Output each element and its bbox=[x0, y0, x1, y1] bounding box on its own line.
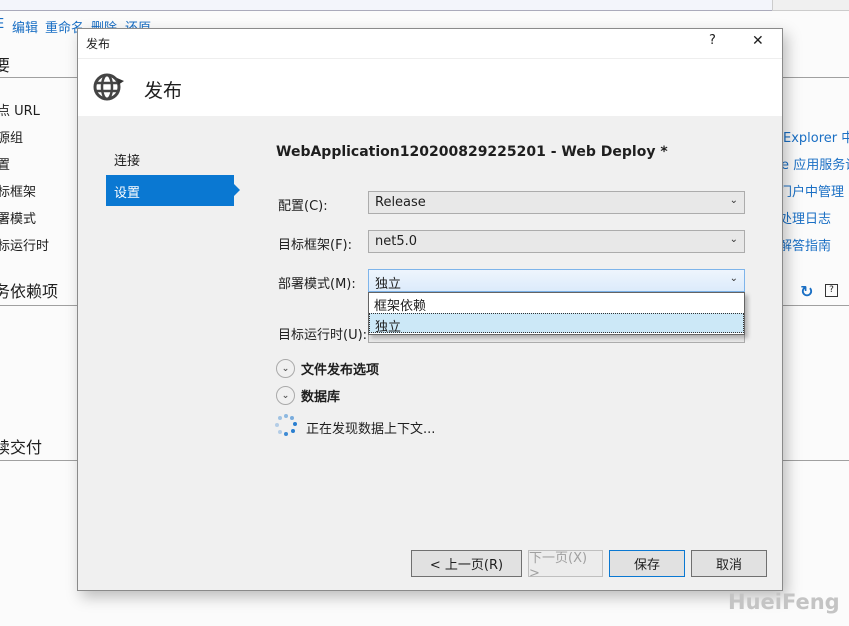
section-delivery: 续交付 bbox=[0, 438, 43, 457]
nav-settings[interactable]: 设置 bbox=[106, 175, 240, 206]
option-framework-dependent[interactable]: 框架依赖 bbox=[369, 293, 744, 314]
left-item: 点 URL bbox=[0, 104, 40, 119]
dialog-header: 发布 bbox=[78, 58, 782, 116]
globe-publish-icon bbox=[93, 73, 124, 101]
section-dependencies: 务依赖项 bbox=[0, 282, 59, 301]
target-runtime-label: 目标运行时(U): bbox=[278, 328, 368, 343]
header-title: 发布 bbox=[144, 80, 183, 102]
next-button[interactable]: 下一页(X) > bbox=[528, 550, 603, 581]
left-item: 标框架 bbox=[0, 185, 37, 200]
selected-arrow-icon bbox=[234, 184, 240, 196]
right-link[interactable]: 处理日志 bbox=[779, 208, 831, 227]
dialog-titlebar: 发布 ? ✕ bbox=[78, 29, 782, 58]
configuration-select[interactable]: Release ⌄ bbox=[368, 191, 745, 214]
nav-label: 设置 bbox=[114, 186, 141, 201]
chevron-down-icon: ⌄ bbox=[276, 359, 295, 378]
left-item: 置 bbox=[0, 158, 11, 173]
loading-spinner-icon bbox=[275, 414, 297, 436]
chevron-down-icon: ⌄ bbox=[729, 195, 738, 206]
chevron-down-icon: ⌄ bbox=[729, 273, 738, 284]
select-value: 独立 bbox=[375, 277, 402, 292]
toolbar-link-partial[interactable]: E bbox=[0, 17, 4, 32]
nav-label: 连接 bbox=[114, 154, 141, 169]
profile-title: WebApplication120200829225201 - Web Depl… bbox=[276, 144, 668, 160]
close-button[interactable]: ✕ bbox=[752, 33, 764, 49]
left-item: 署模式 bbox=[0, 212, 37, 227]
dialog-title: 发布 bbox=[86, 37, 111, 51]
select-value: Release bbox=[375, 195, 426, 210]
option-self-contained[interactable]: 独立 bbox=[369, 313, 744, 335]
chevron-down-icon: ⌄ bbox=[276, 386, 295, 405]
save-button[interactable]: 保存 bbox=[609, 550, 685, 577]
right-link[interactable]: 解答指南 bbox=[779, 235, 831, 254]
right-link[interactable]: re 应用服务设 bbox=[776, 154, 849, 173]
publish-dialog: 发布 ? ✕ 发布 连接 设置 WebApplication1202008292… bbox=[77, 28, 783, 591]
select-value: net5.0 bbox=[375, 234, 418, 249]
previous-button[interactable]: < 上一页(R) bbox=[411, 550, 522, 577]
refresh-icon[interactable]: ↻ bbox=[800, 282, 813, 301]
target-framework-label: 目标框架(F): bbox=[278, 238, 353, 253]
section-heading: 要 bbox=[0, 56, 11, 75]
configuration-label: 配置(C): bbox=[278, 199, 328, 214]
expander-label: 数据库 bbox=[301, 390, 341, 405]
target-framework-select[interactable]: net5.0 ⌄ bbox=[368, 230, 745, 253]
left-item: 标运行时 bbox=[0, 239, 50, 254]
expander-label: 文件发布选项 bbox=[301, 363, 380, 378]
top-bar bbox=[0, 0, 849, 11]
file-publish-options-expander[interactable]: ⌄ 文件发布选项 bbox=[276, 359, 379, 378]
watermark: HueiFeng bbox=[728, 590, 840, 614]
help-window-icon[interactable]: ? bbox=[825, 284, 838, 297]
right-link[interactable]: 门户中管理 bbox=[779, 181, 844, 200]
deployment-mode-select[interactable]: 独立 ⌄ bbox=[368, 269, 745, 292]
status-text: 正在发现数据上下文... bbox=[306, 422, 436, 437]
cancel-button[interactable]: 取消 bbox=[691, 550, 767, 577]
top-right-button[interactable] bbox=[772, 0, 849, 11]
left-item: 源组 bbox=[0, 131, 24, 146]
toolbar-link-edit[interactable]: 编辑 bbox=[12, 17, 38, 36]
database-expander[interactable]: ⌄ 数据库 bbox=[276, 386, 340, 405]
help-button[interactable]: ? bbox=[709, 33, 716, 48]
chevron-down-icon: ⌄ bbox=[729, 234, 738, 245]
deployment-mode-dropdown: 框架依赖 独立 bbox=[368, 292, 745, 335]
right-link[interactable]: Explorer 中 bbox=[783, 127, 849, 146]
nav-connection[interactable]: 连接 bbox=[106, 143, 234, 174]
deployment-mode-label: 部署模式(M): bbox=[278, 277, 356, 292]
